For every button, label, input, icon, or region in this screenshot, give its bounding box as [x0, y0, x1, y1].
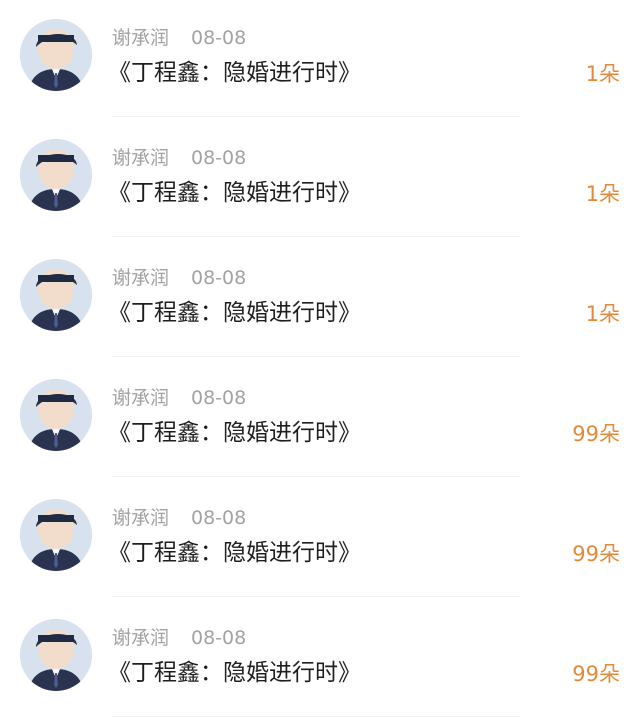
- user-name: 谢承润: [112, 627, 170, 649]
- user-name: 谢承润: [112, 147, 170, 169]
- user-name: 谢承润: [112, 387, 170, 409]
- book-title[interactable]: 《丁程鑫：隐婚进行时》: [108, 419, 361, 447]
- gift-date: 08-08: [191, 387, 247, 409]
- avatar-portrait-icon: [20, 139, 92, 211]
- avatar[interactable]: [20, 139, 92, 211]
- row-divider: [112, 116, 520, 117]
- book-title[interactable]: 《丁程鑫：隐婚进行时》: [108, 659, 361, 687]
- row-divider: [112, 236, 520, 237]
- avatar[interactable]: [20, 19, 92, 91]
- row-divider: [112, 716, 520, 717]
- avatar[interactable]: [20, 619, 92, 691]
- gift-count: 1朵: [585, 182, 620, 206]
- list-item[interactable]: 谢承润 08-08 《丁程鑫：隐婚进行时》 99朵: [0, 600, 640, 720]
- gift-record-list: 谢承润 08-08 《丁程鑫：隐婚进行时》 1朵 谢承润 08-08 《丁程鑫：…: [0, 0, 640, 718]
- row-divider: [112, 596, 520, 597]
- book-title[interactable]: 《丁程鑫：隐婚进行时》: [108, 179, 361, 207]
- gift-count: 99朵: [572, 422, 620, 446]
- gift-count: 1朵: [585, 62, 620, 86]
- list-item[interactable]: 谢承润 08-08 《丁程鑫：隐婚进行时》 1朵: [0, 0, 640, 120]
- avatar[interactable]: [20, 379, 92, 451]
- gift-date: 08-08: [191, 147, 247, 169]
- gift-count: 1朵: [585, 302, 620, 326]
- gift-count: 99朵: [572, 662, 620, 686]
- avatar-portrait-icon: [20, 379, 92, 451]
- list-item[interactable]: 谢承润 08-08 《丁程鑫：隐婚进行时》 1朵: [0, 240, 640, 360]
- list-item[interactable]: 谢承润 08-08 《丁程鑫：隐婚进行时》 99朵: [0, 480, 640, 600]
- book-title[interactable]: 《丁程鑫：隐婚进行时》: [108, 539, 361, 567]
- avatar-portrait-icon: [20, 499, 92, 571]
- gift-count: 99朵: [572, 542, 620, 566]
- row-divider: [112, 356, 520, 357]
- gift-date: 08-08: [191, 27, 247, 49]
- gift-date: 08-08: [191, 267, 247, 289]
- row-divider: [112, 476, 520, 477]
- user-name: 谢承润: [112, 27, 170, 49]
- list-item[interactable]: 谢承润 08-08 《丁程鑫：隐婚进行时》 1朵: [0, 120, 640, 240]
- avatar-portrait-icon: [20, 619, 92, 691]
- avatar[interactable]: [20, 259, 92, 331]
- avatar-portrait-icon: [20, 259, 92, 331]
- user-name: 谢承润: [112, 267, 170, 289]
- gift-date: 08-08: [191, 507, 247, 529]
- gift-date: 08-08: [191, 627, 247, 649]
- book-title[interactable]: 《丁程鑫：隐婚进行时》: [108, 299, 361, 327]
- avatar-portrait-icon: [20, 19, 92, 91]
- user-name: 谢承润: [112, 507, 170, 529]
- avatar[interactable]: [20, 499, 92, 571]
- book-title[interactable]: 《丁程鑫：隐婚进行时》: [108, 59, 361, 87]
- list-item[interactable]: 谢承润 08-08 《丁程鑫：隐婚进行时》 99朵: [0, 360, 640, 480]
